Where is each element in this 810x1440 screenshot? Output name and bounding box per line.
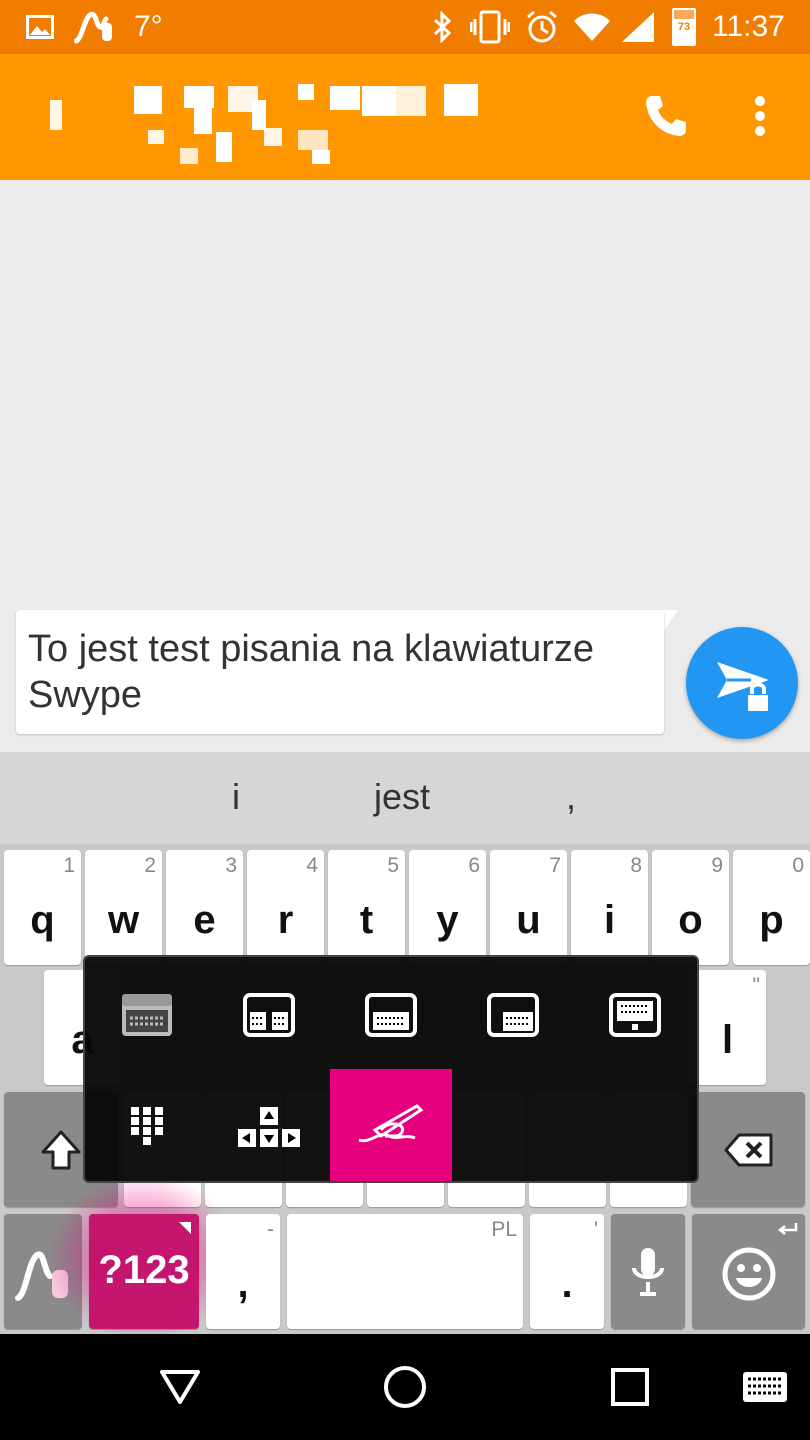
key-e[interactable]: 3e bbox=[166, 850, 243, 965]
dock-right-option[interactable] bbox=[452, 959, 574, 1071]
key-t[interactable]: 5t bbox=[328, 850, 405, 965]
keyboard-monitor-option[interactable] bbox=[574, 959, 696, 1071]
key-alt-label: 9 bbox=[711, 854, 723, 877]
key-label: . bbox=[561, 1262, 573, 1306]
temperature: 7° bbox=[134, 10, 163, 43]
wifi-icon bbox=[572, 0, 612, 54]
key-label: y bbox=[436, 898, 459, 942]
arrow-keys-option[interactable] bbox=[208, 1071, 330, 1183]
emoji-icon bbox=[722, 1247, 776, 1301]
key-q[interactable]: 1q bbox=[4, 850, 81, 965]
message-text[interactable]: To jest test pisania na klawiaturze Swyp… bbox=[28, 626, 658, 718]
keyboard-switch-icon[interactable] bbox=[730, 1354, 800, 1420]
key-label: p bbox=[759, 898, 784, 942]
key-u[interactable]: 7u bbox=[490, 850, 567, 965]
number-pad-option[interactable] bbox=[86, 1071, 208, 1183]
key-label: u bbox=[516, 898, 541, 942]
status-bar: 7° 73 11:37 bbox=[0, 0, 810, 54]
keyboard-mode-panel bbox=[83, 955, 699, 1183]
comma-key[interactable]: -, bbox=[206, 1214, 280, 1329]
key-y[interactable]: 6y bbox=[409, 850, 486, 965]
key-w[interactable]: 2w bbox=[85, 850, 162, 965]
keyboard-dock-right-icon bbox=[487, 993, 539, 1037]
key-label: r bbox=[277, 898, 294, 942]
key-label: l bbox=[721, 1018, 734, 1062]
key-alt-label: - bbox=[267, 1218, 274, 1241]
keyboard-dock-center-icon bbox=[365, 993, 417, 1037]
back-navigation[interactable] bbox=[44, 94, 74, 134]
recents-icon[interactable] bbox=[595, 1354, 665, 1420]
period-key[interactable]: '. bbox=[530, 1214, 604, 1329]
handwriting-option[interactable] bbox=[330, 1069, 452, 1181]
key-label: w bbox=[107, 898, 140, 942]
backspace-key[interactable] bbox=[691, 1092, 805, 1207]
key-r[interactable]: 4r bbox=[247, 850, 324, 965]
handwriting-icon bbox=[358, 1104, 424, 1143]
emoji-key[interactable] bbox=[692, 1214, 805, 1329]
symbols-key-label: ?123 bbox=[98, 1248, 190, 1292]
send-button[interactable] bbox=[686, 627, 798, 739]
key-alt-label: " bbox=[752, 974, 760, 997]
language-label: PL bbox=[491, 1218, 517, 1241]
key-alt-label: 2 bbox=[144, 854, 156, 877]
key-label: q bbox=[30, 898, 55, 942]
key-alt-label: 4 bbox=[306, 854, 318, 877]
key-alt-label: 6 bbox=[468, 854, 480, 877]
bluetooth-icon bbox=[432, 0, 454, 54]
suggestion-2[interactable]: jest bbox=[374, 776, 430, 818]
key-alt-label: 7 bbox=[549, 854, 561, 877]
battery-level: 73 bbox=[677, 21, 691, 33]
number-pad-icon bbox=[131, 1107, 163, 1145]
key-label: e bbox=[193, 898, 216, 942]
phone-icon[interactable] bbox=[634, 84, 698, 148]
split-keyboard-icon bbox=[243, 993, 295, 1037]
key-alt-label: 5 bbox=[387, 854, 399, 877]
battery-icon: 73 bbox=[672, 0, 696, 54]
shift-icon bbox=[41, 1130, 81, 1170]
key-l[interactable]: " l bbox=[689, 970, 766, 1085]
image-icon bbox=[26, 0, 54, 54]
signal-icon bbox=[620, 0, 656, 54]
swype-icon bbox=[74, 0, 114, 54]
message-compose-field[interactable]: To jest test pisania na klawiaturze Swyp… bbox=[16, 610, 664, 734]
vibrate-icon bbox=[470, 0, 510, 54]
space-key[interactable]: PL bbox=[287, 1214, 523, 1329]
key-alt-label: 1 bbox=[63, 854, 75, 877]
key-o[interactable]: 9o bbox=[652, 850, 729, 965]
key-label: t bbox=[359, 898, 374, 942]
key-label: , bbox=[237, 1262, 249, 1306]
key-i[interactable]: 8i bbox=[571, 850, 648, 965]
arrow-keys-icon bbox=[238, 1107, 300, 1147]
home-icon[interactable] bbox=[370, 1354, 440, 1420]
key-alt-label: 3 bbox=[225, 854, 237, 877]
key-label: o bbox=[678, 898, 703, 942]
send-secure-icon bbox=[717, 662, 770, 713]
key-alt-label: 0 bbox=[792, 854, 804, 877]
dock-center-option[interactable] bbox=[330, 959, 452, 1071]
corner-indicator-icon bbox=[179, 1222, 191, 1234]
back-icon[interactable] bbox=[145, 1354, 215, 1420]
more-vert-icon[interactable] bbox=[728, 84, 792, 148]
alarm-icon bbox=[524, 0, 560, 54]
backspace-icon bbox=[724, 1133, 773, 1167]
app-bar bbox=[0, 54, 810, 180]
navigation-bar bbox=[0, 1334, 810, 1440]
full-keyboard-option[interactable] bbox=[86, 959, 208, 1071]
symbols-key[interactable]: ?123 bbox=[89, 1214, 199, 1329]
microphone-icon bbox=[632, 1248, 664, 1296]
key-p[interactable]: 0p bbox=[733, 850, 810, 965]
clock: 11:37 bbox=[712, 10, 785, 43]
full-keyboard-icon bbox=[122, 994, 172, 1036]
key-alt-label: ' bbox=[593, 1218, 598, 1241]
suggestion-bar: i jest , bbox=[0, 752, 810, 844]
keyboard-monitor-icon bbox=[609, 993, 661, 1037]
enter-icon bbox=[777, 1223, 798, 1235]
split-keyboard-option[interactable] bbox=[208, 959, 330, 1071]
suggestion-3[interactable]: , bbox=[566, 776, 576, 818]
voice-input-key[interactable] bbox=[611, 1214, 685, 1329]
contact-name-redacted bbox=[130, 78, 490, 168]
suggestion-1[interactable]: i bbox=[232, 776, 240, 818]
key-label: i bbox=[603, 898, 616, 942]
key-alt-label: 8 bbox=[630, 854, 642, 877]
